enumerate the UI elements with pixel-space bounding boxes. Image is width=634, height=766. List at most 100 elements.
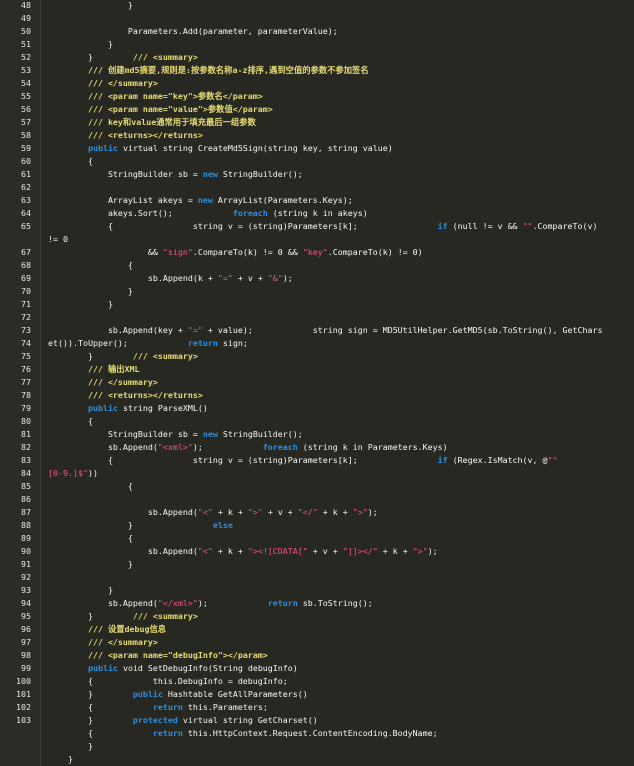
- code-line[interactable]: }: [0, 753, 634, 766]
- code-line[interactable]: 61 StringBuilder sb = new StringBuilder(…: [0, 168, 634, 181]
- code-line[interactable]: 63 ArrayList akeys = new ArrayList(Param…: [0, 194, 634, 207]
- code-line[interactable]: 54 /// </summary>: [0, 77, 634, 90]
- code-token-cm: /// <summary>: [92, 611, 198, 621]
- code-line[interactable]: 53 /// 创建md5摘要,规则是:按参数名称a-z排序,遇到空值的参数不参加…: [0, 64, 634, 77]
- code-text: {: [48, 155, 93, 168]
- code-line[interactable]: 83 { string v = (string)Parameters[k]; i…: [0, 454, 634, 467]
- code-line[interactable]: 90 sb.Append("<" + k + "><![CDATA[" + v …: [0, 545, 634, 558]
- code-line[interactable]: 81 StringBuilder sb = new StringBuilder(…: [0, 428, 634, 441]
- line-number: 89: [21, 533, 31, 543]
- code-line[interactable]: 50 Parameters.Add(parameter, parameterVa…: [0, 25, 634, 38]
- code-line[interactable]: 96 /// 设置debug信息: [0, 623, 634, 636]
- code-token-plain: {: [48, 416, 93, 426]
- code-line[interactable]: 102 { return this.Parameters;: [0, 701, 634, 714]
- code-token-cm: /// 设置debug信息: [48, 624, 167, 634]
- code-text: /// </summary>: [48, 77, 158, 90]
- code-line[interactable]: 86: [0, 493, 634, 506]
- code-line[interactable]: 76 /// 输出XML: [0, 363, 634, 376]
- code-line[interactable]: 67 && "sign".CompareTo(k) != 0 && "key".…: [0, 246, 634, 259]
- code-line[interactable]: 71 }: [0, 298, 634, 311]
- code-line[interactable]: 99 public void SetDebugInfo(String debug…: [0, 662, 634, 675]
- code-line[interactable]: 55 /// <param name="key">参数名</param>: [0, 90, 634, 103]
- code-line[interactable]: 95 } /// <summary>: [0, 610, 634, 623]
- code-line[interactable]: 79 public string ParseXML(): [0, 402, 634, 415]
- code-line[interactable]: 94 sb.Append("</xml>"); return sb.ToStri…: [0, 597, 634, 610]
- code-text: /// <returns></returns>: [48, 389, 203, 402]
- code-token-str: ">": [352, 507, 368, 517]
- code-token-kw: foreach: [262, 442, 298, 452]
- code-token-cm: /// key和value通常用于填充最后一组参数: [48, 117, 256, 127]
- code-line[interactable]: 87 sb.Append("<" + k + ">" + v + "</" + …: [0, 506, 634, 519]
- code-line[interactable]: 92: [0, 571, 634, 584]
- code-line[interactable]: 80 {: [0, 415, 634, 428]
- line-number: 98: [21, 650, 31, 660]
- code-token-cm: /// <param name="key">参数名</param>: [48, 91, 263, 101]
- code-line[interactable]: 98 /// <param name="debugInfo"></param>: [0, 649, 634, 662]
- code-line[interactable]: 58 /// <returns></returns>: [0, 129, 634, 142]
- code-line[interactable]: 52 } /// <summary>: [0, 51, 634, 64]
- code-token-cm: /// 创建md5摘要,规则是:按参数名称a-z排序,遇到空值的参数不参加签名: [48, 65, 369, 75]
- code-token-plain: StringBuilder();: [217, 429, 303, 439]
- code-line[interactable]: 85 {: [0, 480, 634, 493]
- code-token-str: ">": [247, 507, 263, 517]
- code-line[interactable]: 72: [0, 311, 634, 324]
- line-number: 61: [21, 169, 31, 179]
- code-token-plain: }: [48, 741, 93, 751]
- line-number: 88: [21, 520, 31, 530]
- code-token-plain: virtual string GetCharset(): [177, 715, 318, 725]
- code-text: != 0: [48, 233, 68, 246]
- code-line[interactable]: 100 { this.DebugInfo = debugInfo;: [0, 675, 634, 688]
- code-line[interactable]: 93 }: [0, 584, 634, 597]
- code-line[interactable]: 78 /// <returns></returns>: [0, 389, 634, 402]
- code-line[interactable]: 70 }: [0, 285, 634, 298]
- code-line[interactable]: 101 } public Hashtable GetAllParameters(…: [0, 688, 634, 701]
- code-text: {: [48, 259, 133, 272]
- code-token-plain: StringBuilder sb =: [48, 169, 203, 179]
- code-line[interactable]: 57 /// key和value通常用于填充最后一组参数: [0, 116, 634, 129]
- line-number: 97: [21, 637, 31, 647]
- line-number: 74: [21, 338, 31, 348]
- code-token-plain: );: [192, 442, 263, 452]
- code-line[interactable]: 88 } else: [0, 519, 634, 532]
- code-line[interactable]: 84 [0-9.]$")): [0, 467, 634, 480]
- code-token-plain: );: [427, 546, 438, 556]
- code-line[interactable]: 65 { string v = (string)Parameters[k]; i…: [0, 220, 634, 233]
- code-line[interactable]: }: [0, 740, 634, 753]
- code-editor[interactable]: 48 } 49 50 Parameters.Add(parameter, param…: [0, 0, 634, 766]
- code-token-plain: + v +: [232, 273, 268, 283]
- line-number: 70: [21, 286, 31, 296]
- code-line[interactable]: 64 akeys.Sort(); foreach (string k in ak…: [0, 207, 634, 220]
- code-line[interactable]: 73 sb.Append(key + "=" + value); string …: [0, 324, 634, 337]
- code-token-plain: sb.Append(: [48, 546, 198, 556]
- code-line[interactable]: 75 } /// <summary>: [0, 350, 634, 363]
- code-line[interactable]: 48 }: [0, 0, 634, 12]
- code-line[interactable]: 60 {: [0, 155, 634, 168]
- code-line[interactable]: 59 public virtual string CreateMd5Sign(s…: [0, 142, 634, 155]
- code-line[interactable]: 68 {: [0, 259, 634, 272]
- code-line[interactable]: 49: [0, 12, 634, 25]
- code-line[interactable]: 91 }: [0, 558, 634, 571]
- code-text: public void SetDebugInfo(String debugInf…: [48, 662, 298, 675]
- code-text: sb.Append("<" + k + ">" + v + "</" + k +…: [48, 506, 378, 519]
- code-line[interactable]: 69 sb.Append(k + "=" + v + "&");: [0, 272, 634, 285]
- line-number: 60: [21, 156, 31, 166]
- code-line[interactable]: 62: [0, 181, 634, 194]
- code-line[interactable]: 103 } protected virtual string GetCharse…: [0, 714, 634, 727]
- line-number: 99: [21, 663, 31, 673]
- code-line[interactable]: 77 /// </summary>: [0, 376, 634, 389]
- line-number: 67: [21, 247, 31, 257]
- code-line[interactable]: 56 /// <param name="value">参数值</param>: [0, 103, 634, 116]
- code-line[interactable]: 82 sb.Append("<xml>"); foreach (string k…: [0, 441, 634, 454]
- code-line[interactable]: { return this.HttpContext.Request.Conten…: [0, 727, 634, 740]
- code-text: /// 创建md5摘要,规则是:按参数名称a-z排序,遇到空值的参数不参加签名: [48, 64, 369, 77]
- code-line[interactable]: 74 et()).ToUpper(); return sign;: [0, 337, 634, 350]
- code-token-plain: );: [367, 507, 378, 517]
- code-text: public virtual string CreateMd5Sign(stri…: [48, 142, 393, 155]
- line-number: 68: [21, 260, 31, 270]
- code-line[interactable]: 89 {: [0, 532, 634, 545]
- code-line[interactable]: != 0: [0, 233, 634, 246]
- line-number: 91: [21, 559, 31, 569]
- code-line[interactable]: 97 /// </summary>: [0, 636, 634, 649]
- code-line[interactable]: 51 }: [0, 38, 634, 51]
